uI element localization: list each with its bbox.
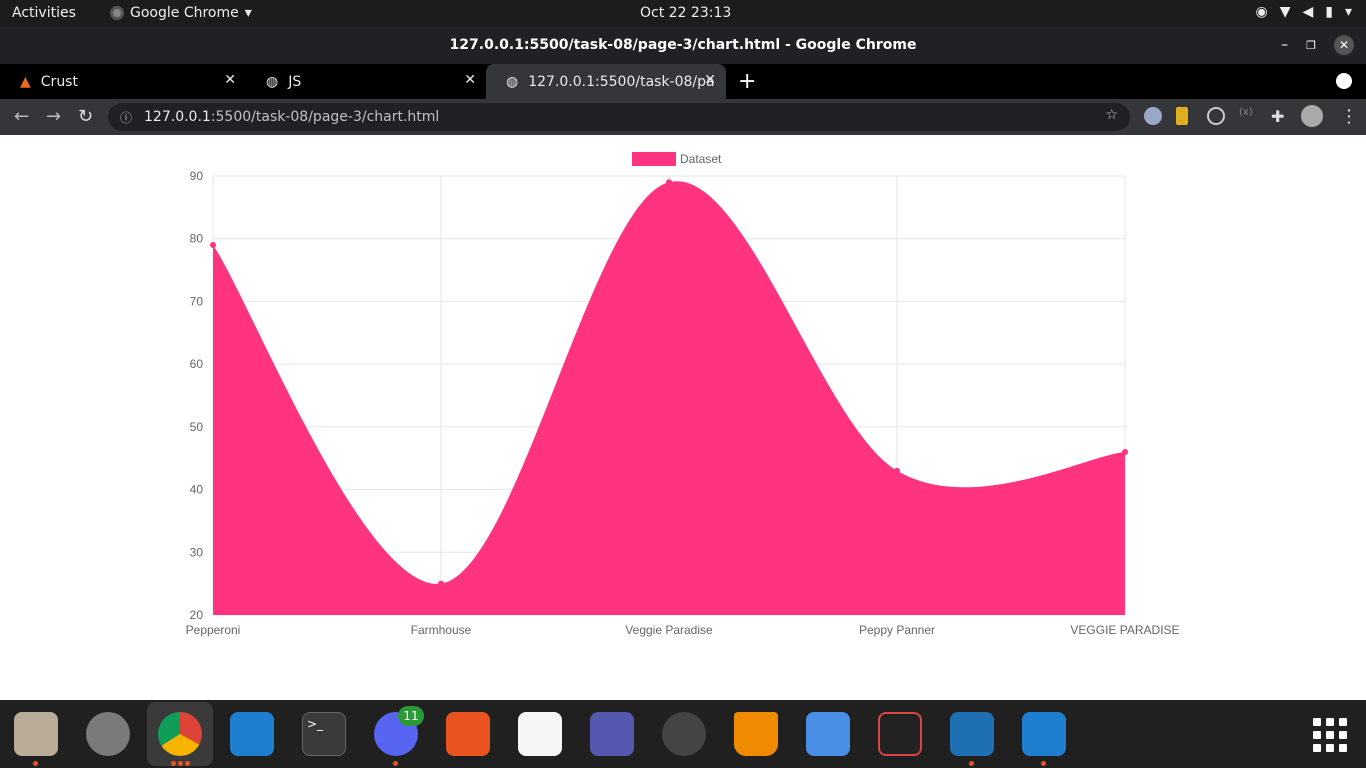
running-indicator [171, 761, 176, 766]
x-axis-ticks: Pepperoni Farmhouse Veggie Paradise Peppy P… [186, 623, 1180, 637]
toolbar: ← → ↻ ⓘ 127.0.0.1:5500/task-08/page-3/ch… [0, 99, 1366, 135]
show-apps-icon[interactable] [1313, 718, 1347, 752]
app-menu-label: Google Chrome [130, 5, 239, 21]
x-tick-label: Pepperoni [186, 623, 241, 637]
y-tick-label: 80 [190, 232, 204, 246]
tab-label: Crust [40, 73, 78, 90]
chrome-dock-icon[interactable] [158, 712, 202, 756]
x-tick-label: Veggie Paradise [625, 623, 713, 637]
system-top-bar: Activities Google Chrome ▾ Oct 22 23:13 … [0, 0, 1366, 27]
minimize-icon[interactable]: – [1281, 37, 1288, 53]
y-tick-label: 50 [190, 420, 204, 434]
tab-search-button[interactable] [1336, 73, 1352, 89]
extension-icon[interactable] [1144, 107, 1162, 125]
running-indicator [33, 761, 38, 766]
address-bar[interactable]: ⓘ 127.0.0.1:5500/task-08/page-3/chart.ht… [108, 103, 1130, 131]
info-icon[interactable]: ⓘ [120, 109, 132, 126]
terminal-icon[interactable]: >_ [302, 712, 346, 756]
files-icon[interactable] [14, 712, 58, 756]
activities-button[interactable]: Activities [12, 5, 76, 21]
x-tick-label: Farmhouse [411, 623, 472, 637]
text-editor-icon[interactable] [518, 712, 562, 756]
y-axis-ticks: 90 80 70 60 50 40 30 20 [190, 169, 204, 622]
chrome-icon [110, 6, 124, 20]
y-tick-label: 60 [190, 357, 204, 371]
close-tab-icon[interactable]: ✕ [704, 72, 716, 88]
tab-chart[interactable]: ◍ 127.0.0.1:5500/task-08/pa ✕ [486, 64, 726, 99]
data-point[interactable] [438, 580, 444, 587]
y-tick-label: 30 [190, 545, 204, 559]
running-indicator [185, 761, 190, 766]
legend-swatch[interactable] [632, 152, 676, 166]
settings-icon[interactable] [86, 712, 130, 756]
battery-icon: ▮ [1325, 4, 1333, 20]
avatar[interactable] [1301, 105, 1323, 127]
app-menu[interactable]: Google Chrome ▾ [110, 5, 252, 21]
globe-icon: ◍ [266, 73, 279, 90]
close-tab-icon[interactable]: ✕ [224, 72, 236, 88]
dock: >_ [0, 700, 1366, 768]
clock[interactable]: Oct 22 23:13 [640, 5, 731, 21]
running-indicator [178, 761, 183, 766]
url-path: :5500/task-08/page-3/chart.html [210, 109, 440, 125]
x-tick-label: VEGGIE PARADISE [1070, 623, 1179, 637]
tab-label: 127.0.0.1:5500/task-08/pa [528, 73, 715, 90]
pizza-icon: ▲ [20, 73, 31, 90]
data-point[interactable] [894, 467, 900, 474]
system-tray[interactable]: ◉ ▼ ◀ ▮ ▾ [1255, 4, 1352, 20]
running-indicator [393, 761, 398, 766]
y-tick-label: 20 [190, 608, 204, 622]
vscode-icon[interactable] [230, 712, 274, 756]
kebab-menu-icon[interactable]: ⋮ [1340, 106, 1358, 127]
close-icon[interactable]: ✕ [1334, 35, 1354, 55]
reload-icon[interactable]: ↻ [78, 106, 93, 127]
caret-down-icon: ▾ [1344, 4, 1352, 20]
discord-tray-icon[interactable]: ◉ [1255, 4, 1267, 20]
running-indicator [1041, 761, 1046, 766]
libreoffice-writer-icon[interactable] [950, 712, 994, 756]
y-tick-label: 90 [190, 169, 204, 183]
data-point[interactable] [210, 241, 216, 248]
vscode-icon[interactable] [1022, 712, 1066, 756]
window-controls: – ❐ ✕ [1281, 35, 1354, 55]
teams-icon[interactable] [590, 712, 634, 756]
extension-icon[interactable] [1176, 107, 1188, 125]
extension-icon[interactable]: (x) [1239, 107, 1257, 125]
maximize-icon[interactable]: ❐ [1306, 39, 1316, 52]
software-center-icon[interactable] [446, 712, 490, 756]
close-tab-icon[interactable]: ✕ [464, 72, 476, 88]
window-title: 127.0.0.1:5500/task-08/page-3/chart.html… [449, 37, 917, 53]
running-indicator [969, 761, 974, 766]
camera-icon[interactable] [662, 712, 706, 756]
new-tab-button[interactable]: + [738, 69, 756, 94]
url-host: 127.0.0.1 [144, 109, 211, 125]
tab-crust[interactable]: ▲ Crust ✕ [0, 64, 246, 99]
data-point[interactable] [1122, 448, 1128, 455]
back-icon[interactable]: ← [14, 106, 29, 127]
window-title-bar: 127.0.0.1:5500/task-08/page-3/chart.html… [0, 27, 1366, 64]
notification-badge: 11 [398, 706, 424, 726]
wifi-icon: ▼ [1279, 4, 1291, 20]
y-tick-label: 70 [190, 294, 204, 308]
series-area-dataset [213, 181, 1125, 615]
volume-icon: ◀ [1302, 4, 1314, 20]
tab-strip: ▲ Crust ✕ ◍ JS ✕ ◍ 127.0.0.1:5500/task-0… [0, 64, 1366, 99]
bookmark-star-icon[interactable]: ☆ [1105, 107, 1118, 123]
line-chart: 90 80 70 60 50 40 30 20 Pepperoni Farmhouse Veggi… [186, 152, 1180, 637]
tasks-icon[interactable] [806, 712, 850, 756]
data-point[interactable] [666, 179, 672, 186]
tab-js[interactable]: ◍ JS ✕ [246, 64, 486, 99]
y-tick-label: 40 [190, 483, 204, 497]
globe-icon: ◍ [506, 73, 519, 90]
forward-icon[interactable]: → [46, 106, 61, 127]
intellij-icon[interactable] [878, 712, 922, 756]
page-content: 90 80 70 60 50 40 30 20 Pepperoni Farmhouse Veggi… [0, 135, 1366, 700]
tab-label: JS [288, 73, 302, 90]
caret-down-icon: ▾ [244, 5, 252, 21]
legend-label[interactable]: Dataset [680, 152, 722, 166]
extension-icon[interactable] [1207, 107, 1225, 125]
x-tick-label: Peppy Panner [859, 623, 935, 637]
puzzle-icon[interactable]: ✚ [1271, 107, 1289, 126]
vlc-icon[interactable] [734, 712, 778, 756]
